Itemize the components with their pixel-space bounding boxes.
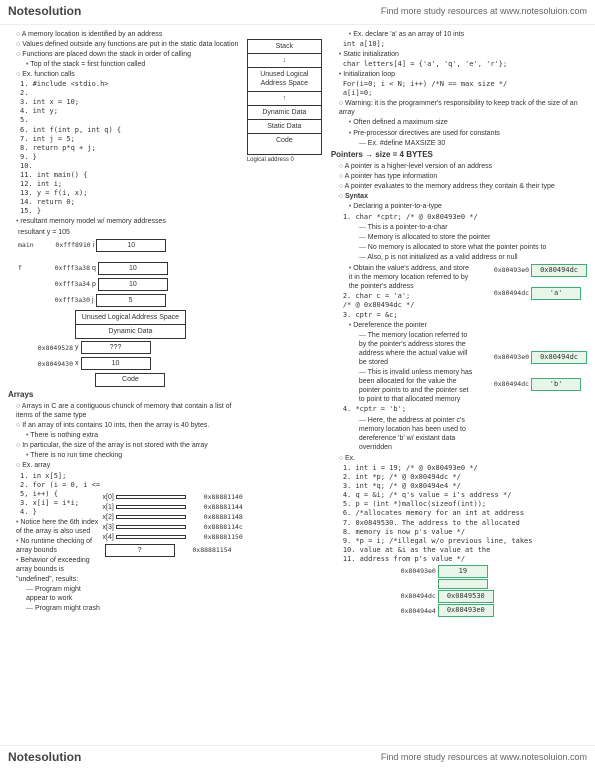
ptr-mem-diagram-2: 0x80493e00x80494dc 0x80494dc'b': [474, 320, 587, 453]
static-init-title: Static initialization: [339, 50, 587, 59]
array-point: There is no run time checking: [16, 451, 243, 460]
code-line: 4. int y;: [20, 107, 243, 116]
init-loop-title: Initialization loop: [339, 70, 587, 79]
code-line: 14. return 0;: [20, 198, 243, 207]
intro-item: A memory location is identified by an ad…: [16, 30, 243, 39]
array-point: Arrays in C are a contiguous chunck of m…: [16, 402, 243, 420]
code-line: 3. int x = 10;: [20, 98, 243, 107]
code-line: 6. int f(int p, int q) {: [20, 126, 243, 135]
result-formula: resultant y = 105: [8, 228, 243, 237]
array-code-block: 1. in x[5]; 2. for (i = 0, i <= 5, i++) …: [8, 472, 103, 517]
memory-diagram-1: main0xfff8910i10 f0xfff3a38q10 0xfff3a34…: [8, 238, 243, 388]
resource-link: Find more study resources at www.notesol…: [381, 6, 587, 18]
notice-point: Program might crash: [16, 604, 103, 613]
pointers-heading: Pointers → size = 4 BYTES: [331, 150, 587, 160]
arrays-heading: Arrays: [8, 390, 243, 400]
footer-logo: Notesolution: [8, 750, 81, 766]
page-footer: Notesolution Find more study resources a…: [0, 745, 595, 770]
array-point: There is nothing extra: [16, 431, 243, 440]
left-column: A memory location is identified by an ad…: [4, 29, 247, 619]
notice-point: Behavior of exceeding array bounds is "u…: [16, 556, 103, 583]
logo: Notesolution: [8, 4, 81, 20]
ex-array-heading: Ex. array: [16, 461, 243, 470]
code-line: 2.: [20, 89, 243, 98]
ex2-code-block: 1. int i = 19; /* @ 0x80493e0 */ 2. int …: [331, 464, 587, 564]
mid-diagram: Stack ↓ Unused Logical Address Space ↑ D…: [247, 29, 327, 619]
warning: Warning: it is the programmer's responsi…: [339, 99, 587, 117]
main-content: A memory location is identified by an ad…: [0, 25, 595, 623]
array-point: In particular, the size of the array is …: [16, 441, 243, 450]
footer-resource-link: Find more study resources at www.notesol…: [381, 752, 587, 764]
code-line: 8. return p*q + j;: [20, 144, 243, 153]
result-title: resultant memory model w/ memory address…: [16, 217, 243, 226]
func-calls-heading: Ex. function calls: [16, 70, 243, 79]
intro-item: Values defined outside any functions are…: [16, 40, 243, 49]
memory-space-diagram: Unused Logical Address Space Dynamic Dat…: [75, 310, 186, 339]
code-line: 7. int j = 5;: [20, 135, 243, 144]
array-point: If an array of ints contains 10 ints, th…: [16, 421, 243, 430]
code-line: 12. int i;: [20, 180, 243, 189]
ex2-memory-diagram: 0x80493e019 0x80494dc0x0849530 0x80494e4…: [331, 565, 587, 617]
code-line: 13. y = f(i, x);: [20, 189, 243, 198]
logo-text: Notesolution: [8, 4, 81, 18]
notice-point: Program might appear to work: [16, 585, 103, 603]
code-line: 11. int main() {: [20, 171, 243, 180]
stack-note: Top of the stack = first function called: [16, 60, 243, 69]
notice-title: Notice here the 6th index of the array i…: [16, 518, 103, 536]
code-line: 10.: [20, 162, 243, 171]
declare-ex: Ex. declare 'a' as an array of 10 ints: [339, 30, 587, 39]
page-header: Notesolution Find more study resources a…: [0, 0, 595, 25]
array-memory-diagram: x[0]0x88881140 x[1]0x88881144 x[2]0x8888…: [103, 472, 243, 614]
right-column: Ex. declare 'a' as an array of 10 ints i…: [327, 29, 591, 619]
intro-item: Functions are placed down the stack in o…: [16, 50, 243, 59]
code-line: 5.: [20, 116, 243, 125]
code-line: 9. }: [20, 153, 243, 162]
code-line: 1. #include <stdio.h>: [20, 80, 243, 89]
code-line: 15. }: [20, 207, 243, 216]
code-block-1: 1. #include <stdio.h> 2. 3. int x = 10; …: [8, 80, 243, 216]
notice-point: No runtime checking of array bounds: [16, 537, 103, 555]
ptr-mem-diagram-1: 0x80493e00x80494dc 0x80494dc'a': [474, 263, 587, 320]
